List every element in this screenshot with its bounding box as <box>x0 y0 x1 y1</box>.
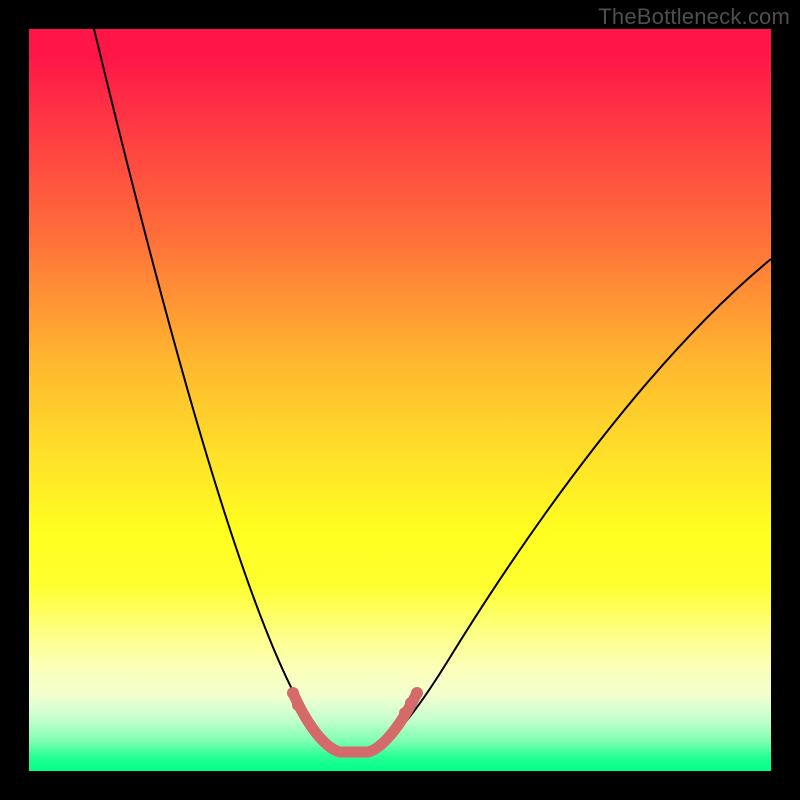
marker-dot <box>287 687 299 699</box>
marker-dot <box>292 699 304 711</box>
watermark-text: TheBottleneck.com <box>598 4 790 30</box>
bottleneck-curve <box>94 29 771 753</box>
curve-svg <box>29 29 771 771</box>
chart-frame: TheBottleneck.com <box>0 0 800 800</box>
marker-dot <box>399 707 411 719</box>
plot-area <box>29 29 771 771</box>
marker-dot <box>411 687 423 699</box>
marker-dot <box>405 697 417 709</box>
flat-bottom-marker <box>293 693 417 752</box>
